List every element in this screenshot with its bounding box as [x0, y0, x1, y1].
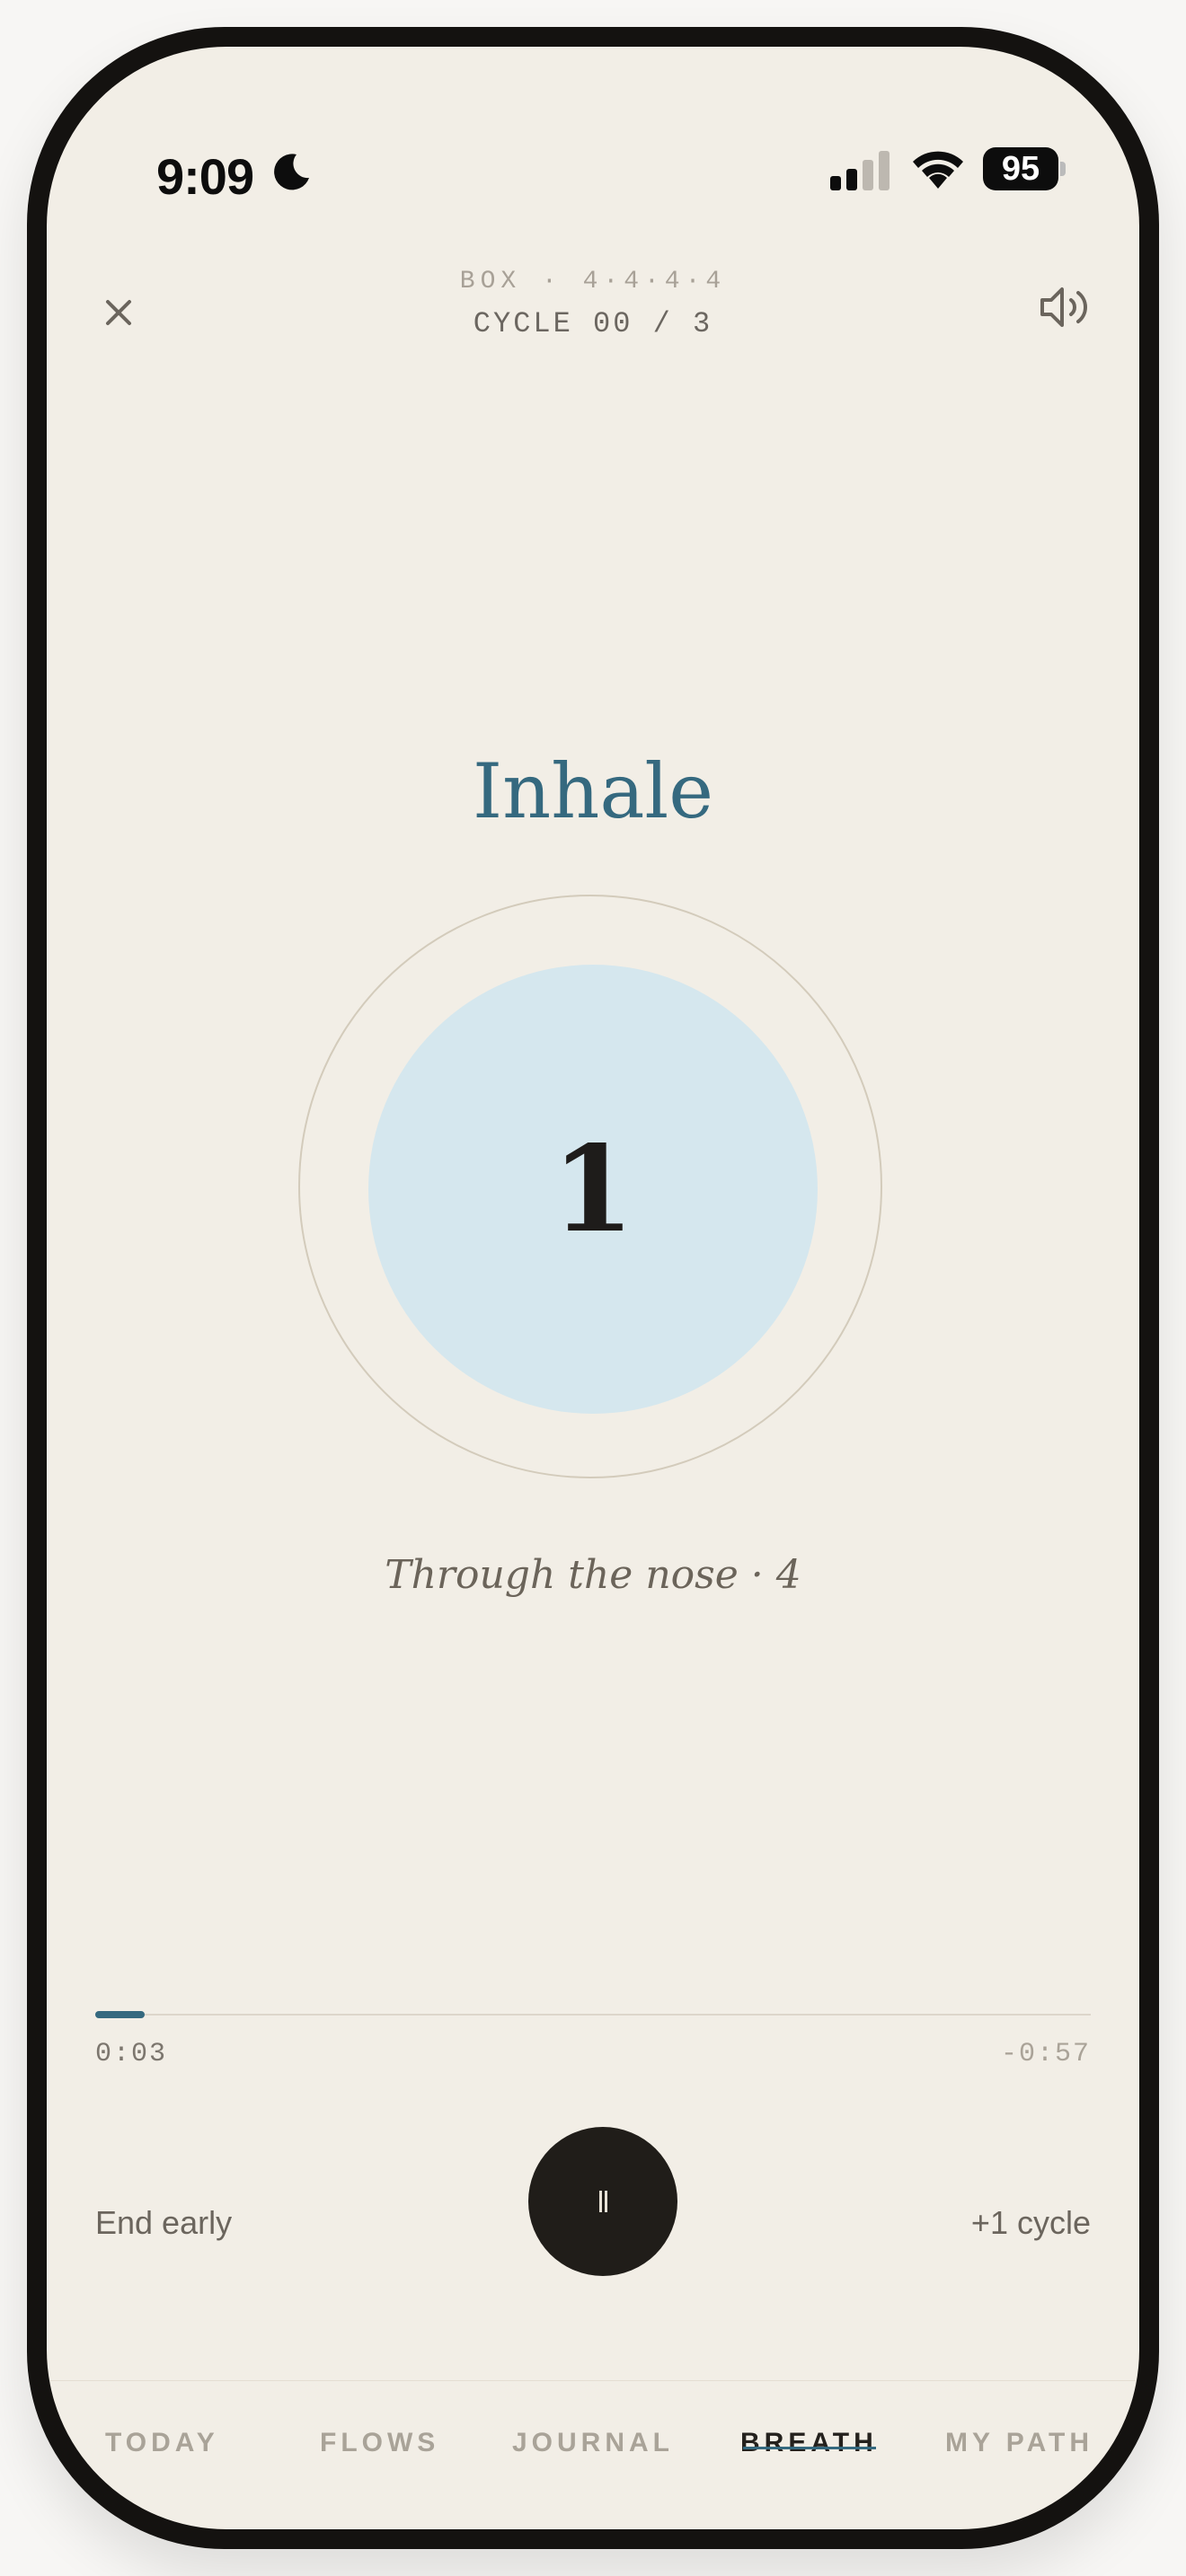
tab-today[interactable]: TODAY: [105, 2428, 219, 2458]
wifi-icon: [913, 151, 963, 189]
breath-count: 1: [552, 1119, 634, 1259]
phone-frame: 9:09 95 BOX · 4·4·4·4 CYCLE 00 / 3 Inhal…: [27, 27, 1159, 2549]
end-early-button[interactable]: End early: [95, 2204, 232, 2242]
signal-icon: [830, 151, 890, 190]
battery-level: 95: [1001, 149, 1040, 188]
battery-icon: 95: [983, 147, 1058, 190]
tab-journal[interactable]: JOURNAL: [512, 2428, 674, 2458]
breath-pattern-label: BOX · 4·4·4·4: [459, 268, 727, 296]
battery-nub: [1060, 162, 1066, 176]
speaker-icon[interactable]: [1035, 278, 1093, 336]
tab-flows[interactable]: FLOWS: [320, 2428, 439, 2458]
tab-bar: TODAY FLOWS JOURNAL BREATH MY PATH: [47, 2380, 1139, 2529]
pause-button[interactable]: [528, 2127, 677, 2276]
elapsed-time: 0:03: [95, 2039, 168, 2069]
session-progress-track[interactable]: [95, 2011, 1091, 2018]
breath-orb: 1: [368, 965, 818, 1414]
add-cycle-button[interactable]: +1 cycle: [971, 2204, 1091, 2242]
tab-my-path[interactable]: MY PATH: [945, 2428, 1093, 2458]
moon-icon: [274, 154, 309, 190]
active-tab-indicator: [743, 2447, 876, 2449]
app-screen: 9:09 95 BOX · 4·4·4·4 CYCLE 00 / 3 Inhal…: [47, 47, 1139, 2529]
tab-breath[interactable]: BREATH: [740, 2428, 878, 2458]
remaining-time: -0:57: [1000, 2039, 1091, 2069]
cycle-counter: CYCLE 00 / 3: [473, 307, 713, 340]
breath-hint: Through the nose · 4: [385, 1552, 801, 1598]
session-progress-fill: [95, 2011, 146, 2018]
pause-icon: [598, 2191, 607, 2212]
status-time: 9:09: [156, 148, 254, 205]
breath-phase: Inhale: [472, 747, 714, 835]
